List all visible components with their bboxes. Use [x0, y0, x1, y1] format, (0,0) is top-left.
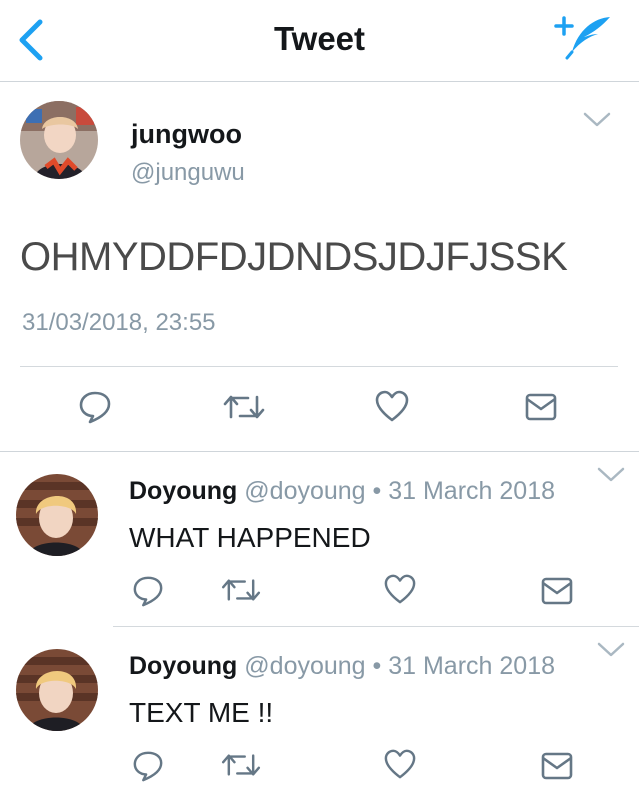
- reply-icon[interactable]: [132, 574, 164, 608]
- chevron-down-icon[interactable]: [596, 466, 626, 484]
- reply-icon[interactable]: [78, 389, 112, 425]
- message-icon[interactable]: [540, 575, 574, 607]
- author-name[interactable]: jungwoo: [131, 119, 242, 150]
- like-icon[interactable]: [383, 748, 417, 780]
- action-bar: [0, 570, 639, 610]
- reply-tweet[interactable]: Doyoung @doyoung • 31 March 2018 WHAT HA…: [0, 452, 639, 628]
- reply-tweet[interactable]: Doyoung @doyoung • 31 March 2018 TEXT ME…: [0, 627, 639, 800]
- author-name[interactable]: Doyoung: [129, 477, 237, 505]
- avatar[interactable]: [16, 649, 98, 731]
- avatar[interactable]: [20, 101, 98, 179]
- tweet-timestamp: 31/03/2018, 23:55: [22, 309, 216, 336]
- compose-tweet-icon[interactable]: [550, 12, 616, 62]
- avatar[interactable]: [16, 474, 98, 556]
- main-tweet: jungwoo @junguwu OHMYDDFDJDNDSJDJFJSSK 3…: [0, 83, 639, 451]
- reply-header: Doyoung @doyoung • 31 March 2018: [129, 477, 555, 506]
- retweet-icon[interactable]: [220, 575, 262, 605]
- tweet-text: WHAT HAPPENED: [129, 522, 371, 553]
- like-icon[interactable]: [383, 573, 417, 605]
- author-meta: @doyoung • 31 March 2018: [244, 652, 555, 680]
- retweet-icon[interactable]: [222, 391, 266, 423]
- tweet-text: TEXT ME !!: [129, 697, 274, 728]
- tweet-text: OHMYDDFDJDNDSJDJFJSSK: [20, 235, 568, 279]
- message-icon[interactable]: [524, 391, 558, 423]
- retweet-icon[interactable]: [220, 750, 262, 780]
- page-title: Tweet: [273, 20, 366, 57]
- chevron-down-icon[interactable]: [596, 641, 626, 659]
- action-bar: [0, 383, 639, 431]
- nav-bar: Tweet: [0, 0, 639, 82]
- author-name[interactable]: Doyoung: [129, 652, 237, 680]
- divider: [20, 366, 618, 367]
- author-meta: @doyoung • 31 March 2018: [244, 477, 555, 505]
- chevron-down-icon[interactable]: [582, 111, 612, 129]
- reply-header: Doyoung @doyoung • 31 March 2018: [129, 652, 555, 681]
- author-handle[interactable]: @junguwu: [131, 159, 245, 187]
- like-icon[interactable]: [374, 389, 410, 423]
- message-icon[interactable]: [540, 750, 574, 782]
- reply-icon[interactable]: [132, 749, 164, 783]
- action-bar: [0, 745, 639, 785]
